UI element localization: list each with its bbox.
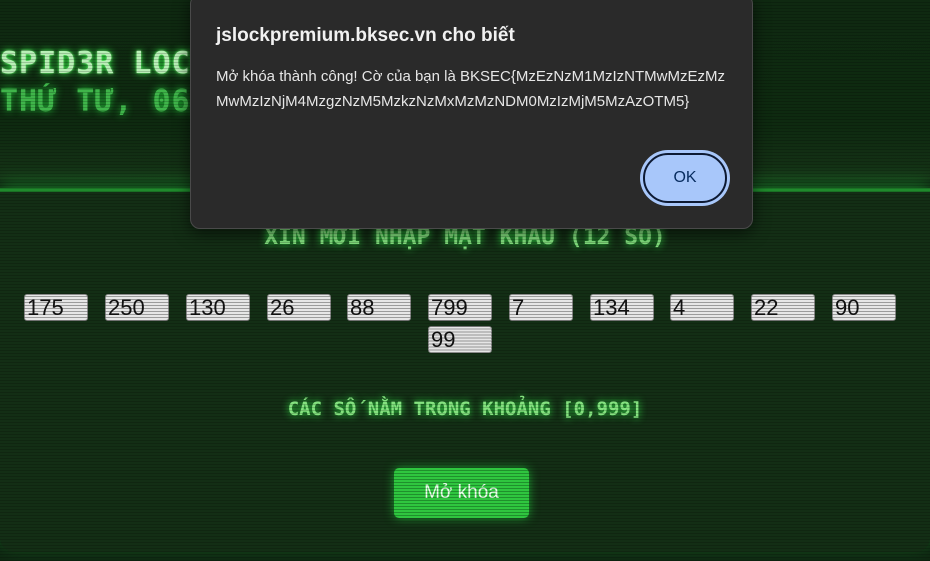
digit-input-5[interactable]: 88 (347, 294, 411, 321)
digit-input-9[interactable]: 4 (670, 294, 734, 321)
dialog-title: jslockpremium.bksec.vn cho biết (216, 25, 515, 46)
digit-input-7[interactable]: 7 (509, 294, 573, 321)
digit-input-8[interactable]: 134 (590, 294, 654, 321)
digit-input-2[interactable]: 250 (105, 294, 169, 321)
digit-input-4[interactable]: 26 (267, 294, 331, 321)
alert-dialog: jslockpremium.bksec.vn cho biết Mở khóa … (190, 0, 753, 229)
dialog-message: Mở khóa thành công! Cờ của bạn là BKSEC{… (216, 68, 725, 110)
digit-input-10[interactable]: 22 (751, 294, 815, 321)
digit-input-6[interactable]: 799 (428, 294, 492, 321)
range-note: CÁC SỐ NẰM TRONG KHOẢNG [0,999] (287, 398, 643, 420)
digit-input-1[interactable]: 175 (24, 294, 88, 321)
digit-input-12[interactable]: 99 (428, 326, 492, 353)
ok-button[interactable]: OK (643, 153, 727, 203)
digit-input-3[interactable]: 130 (186, 294, 250, 321)
app-title: SPID3R LOCK (0, 46, 210, 81)
digit-input-11[interactable]: 90 (832, 294, 896, 321)
unlock-button[interactable]: Mở khóa (394, 468, 529, 518)
page: SPID3R LOCK THỨ TƯ, 06/0 XIN MỜI NHẬP MẬ… (0, 0, 930, 561)
